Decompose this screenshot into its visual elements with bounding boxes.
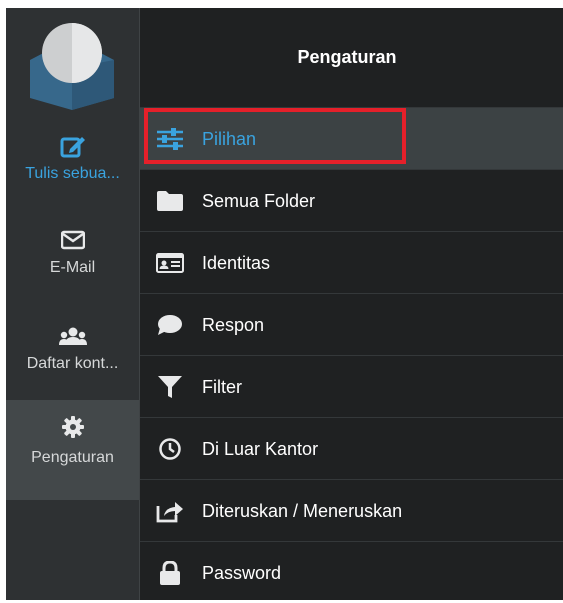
speech-bubble-icon [156,313,184,337]
settings-item-forwarding[interactable]: Diteruskan / Meneruskan [140,479,563,541]
navigation-rail: Tulis sebua... E-Mail Daftar kont... Pen… [6,8,140,600]
share-icon [156,499,184,523]
panel-header: Pengaturan [140,8,563,107]
rail-item-label: E-Mail [49,259,96,276]
settings-item-label: Filter [202,377,242,397]
settings-item-identities[interactable]: Identitas [140,231,563,293]
settings-item-label: Respon [202,315,265,335]
settings-item-label: Di Luar Kantor [202,439,319,459]
rail-item-settings[interactable]: Pengaturan [6,400,139,500]
rail-item-label: Pengaturan [31,449,114,466]
contacts-icon [6,326,139,350]
compose-label: Tulis sebua... [25,165,120,182]
folder-icon [156,189,184,213]
lock-icon [156,561,184,585]
sliders-icon [156,127,184,151]
gear-icon [6,416,139,440]
settings-item-label: Semua Folder [202,191,316,211]
app-logo [30,23,114,110]
settings-item-responses[interactable]: Respon [140,293,563,355]
settings-panel: Pengaturan Pilihan Semua Folder Identita… [140,8,563,600]
settings-item-label: Identitas [202,253,271,273]
settings-item-folders[interactable]: Semua Folder [140,169,563,231]
settings-item-password[interactable]: Password [140,541,563,603]
id-card-icon [156,251,184,275]
settings-item-label: Password [202,563,282,583]
settings-item-label: Diteruskan / Meneruskan [202,501,403,521]
settings-item-preferences[interactable]: Pilihan [140,107,563,169]
page-title: Pengaturan [297,47,397,67]
rail-item-email[interactable]: E-Mail [6,214,139,298]
settings-item-out-of-office[interactable]: Di Luar Kantor [140,417,563,479]
settings-item-label: Pilihan [202,129,257,149]
funnel-icon [156,375,184,399]
settings-item-filters[interactable]: Filter [140,355,563,417]
compose-icon [6,134,139,158]
clock-icon [156,437,184,461]
app-window: Tulis sebua... E-Mail Daftar kont... Pen… [6,8,563,600]
rail-item-label: Daftar kont... [26,355,119,372]
compose-button[interactable]: Tulis sebua... [6,118,139,202]
rail-item-contacts[interactable]: Daftar kont... [6,310,139,394]
envelope-icon [6,230,139,254]
